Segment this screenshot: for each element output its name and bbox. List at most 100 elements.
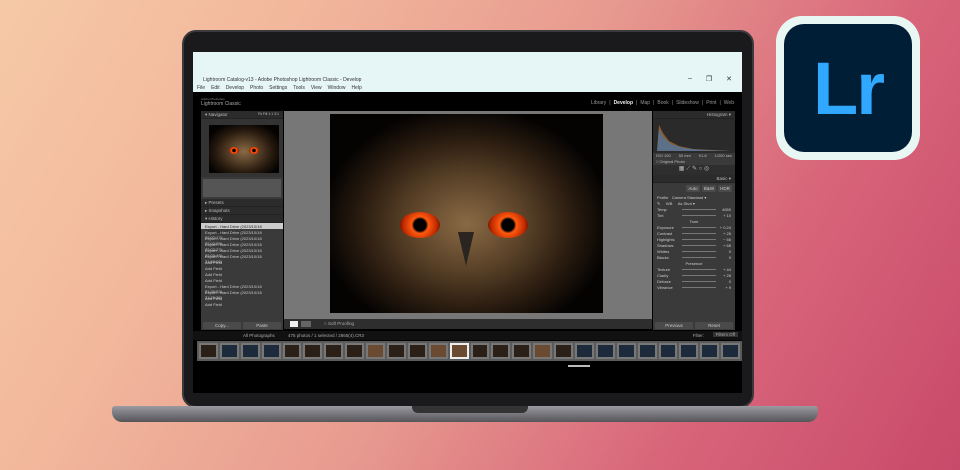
filmstrip-thumbnail[interactable] bbox=[700, 343, 720, 359]
module-slideshow[interactable]: Slideshow bbox=[676, 100, 699, 106]
reset-button[interactable]: Reset bbox=[695, 322, 733, 329]
filmstrip-thumbnail[interactable] bbox=[366, 343, 386, 359]
module-book[interactable]: Book bbox=[657, 100, 668, 106]
before-after-button[interactable] bbox=[301, 321, 311, 327]
filmstrip-thumbnail[interactable] bbox=[449, 343, 469, 359]
maximize-button[interactable]: ❐ bbox=[706, 75, 712, 83]
history-item[interactable]: Add Field bbox=[201, 301, 283, 307]
filmstrip-thumbnail[interactable] bbox=[533, 343, 553, 359]
menu-tools[interactable]: Tools bbox=[293, 85, 305, 91]
menu-develop[interactable]: Develop bbox=[226, 85, 244, 91]
slider-value[interactable]: + 44 bbox=[719, 267, 731, 272]
filmstrip-thumbnail[interactable] bbox=[261, 343, 281, 359]
close-button[interactable]: ✕ bbox=[726, 75, 732, 83]
filmstrip-thumbnail[interactable] bbox=[721, 343, 741, 359]
slider-track[interactable] bbox=[682, 287, 716, 288]
toolbar: ○ Soft Proofing bbox=[284, 319, 652, 329]
soft-proofing-checkbox[interactable]: ○ Soft Proofing bbox=[324, 321, 354, 326]
presets-header[interactable]: ▸ Presets bbox=[201, 199, 283, 207]
thumbnail-image bbox=[284, 345, 300, 357]
slider-track[interactable] bbox=[682, 233, 716, 234]
slider-track[interactable] bbox=[682, 257, 716, 258]
module-print[interactable]: Print bbox=[706, 100, 716, 106]
tool-strip[interactable]: ▦ ⟋ ✎ ○ ◎ bbox=[653, 165, 735, 175]
slider-value[interactable]: 0 bbox=[719, 255, 731, 260]
filmstrip-thumbnail[interactable] bbox=[616, 343, 636, 359]
slider-value[interactable]: 4650 bbox=[719, 207, 731, 212]
menu-edit[interactable]: Edit bbox=[211, 85, 220, 91]
original-photo-checkbox[interactable]: □ Original Photo bbox=[653, 158, 735, 165]
slider-label: Whites bbox=[657, 249, 670, 254]
module-library[interactable]: Library bbox=[591, 100, 606, 106]
filmstrip-thumbnail[interactable] bbox=[595, 343, 615, 359]
slider-track[interactable] bbox=[682, 227, 716, 228]
slider-value[interactable]: + 66 bbox=[719, 243, 731, 248]
module-map[interactable]: Map bbox=[640, 100, 650, 106]
module-develop[interactable]: Develop bbox=[614, 100, 633, 106]
basic-header[interactable]: Basic ▾ bbox=[653, 175, 735, 183]
slider-track[interactable] bbox=[682, 239, 716, 240]
slider-value[interactable]: + 28 bbox=[719, 273, 731, 278]
shutter: 1/200 sec bbox=[714, 153, 732, 158]
copy-button[interactable]: Copy... bbox=[203, 322, 241, 329]
snapshots-header[interactable]: ▸ Snapshots bbox=[201, 207, 283, 215]
histogram-header[interactable]: Histogram ▾ bbox=[653, 111, 735, 119]
filter-dropdown[interactable]: Filters Off bbox=[712, 332, 738, 337]
thumbnail-image bbox=[597, 345, 613, 357]
paste-button[interactable]: Paste bbox=[243, 322, 281, 329]
previous-button[interactable]: Previous bbox=[655, 322, 693, 329]
slider-value[interactable]: + 9 bbox=[719, 285, 731, 290]
filmstrip-thumbnail[interactable] bbox=[470, 343, 490, 359]
menu-photo[interactable]: Photo bbox=[250, 85, 263, 91]
filmstrip-thumbnail[interactable] bbox=[303, 343, 323, 359]
filmstrip-thumbnail[interactable] bbox=[512, 343, 532, 359]
menu-window[interactable]: Window bbox=[328, 85, 346, 91]
filmstrip-thumbnail[interactable] bbox=[554, 343, 574, 359]
laptop-notch bbox=[412, 406, 528, 413]
filmstrip-thumbnail[interactable] bbox=[491, 343, 511, 359]
slider-track[interactable] bbox=[682, 269, 716, 270]
slider-value[interactable]: + 10 bbox=[719, 213, 731, 218]
slider-value[interactable]: − 66 bbox=[719, 237, 731, 242]
filmstrip-thumbnail[interactable] bbox=[387, 343, 406, 359]
filmstrip-thumbnail[interactable] bbox=[282, 343, 302, 359]
filmstrip-source[interactable]: All Photographs bbox=[243, 333, 275, 338]
history-header[interactable]: ▾ History bbox=[201, 215, 283, 223]
slider-value[interactable]: + 26 bbox=[719, 231, 731, 236]
slider-row[interactable]: Vibrance + 9 bbox=[653, 284, 735, 290]
filmstrip-thumbnail[interactable] bbox=[345, 343, 365, 359]
hdr-button[interactable]: HDR bbox=[718, 185, 732, 192]
slider-track[interactable] bbox=[682, 209, 716, 210]
filmstrip-thumbnail[interactable] bbox=[219, 343, 239, 359]
slider-value[interactable]: 0 bbox=[719, 279, 731, 284]
filmstrip-thumbnail[interactable] bbox=[575, 343, 594, 359]
slider-track[interactable] bbox=[682, 251, 716, 252]
filmstrip-thumbnail[interactable] bbox=[199, 343, 218, 359]
slider-value[interactable]: 0 bbox=[719, 249, 731, 254]
module-web[interactable]: Web bbox=[724, 100, 734, 106]
filmstrip-scrollbar[interactable] bbox=[568, 365, 590, 367]
filmstrip-thumbnail[interactable] bbox=[240, 343, 260, 359]
navigator-zoom[interactable]: Fit Fill 1:1 3:1 bbox=[258, 112, 279, 116]
loupe-view-button[interactable] bbox=[290, 321, 298, 327]
menu-file[interactable]: File bbox=[197, 85, 205, 91]
filmstrip-thumbnail[interactable] bbox=[407, 343, 427, 359]
slider-value[interactable]: + 0.24 bbox=[719, 225, 731, 230]
slider-track[interactable] bbox=[682, 245, 716, 246]
menu-settings[interactable]: Settings bbox=[269, 85, 287, 91]
menu-help[interactable]: Help bbox=[351, 85, 361, 91]
filmstrip-thumbnail[interactable] bbox=[637, 343, 657, 359]
bw-button[interactable]: B&W bbox=[702, 185, 716, 192]
navigator-header[interactable]: ▾ Navigator Fit Fill 1:1 3:1 bbox=[201, 111, 283, 119]
filmstrip-thumbnail[interactable] bbox=[679, 343, 699, 359]
menu-view[interactable]: View bbox=[311, 85, 322, 91]
filmstrip-thumbnail[interactable] bbox=[658, 343, 678, 359]
auto-button[interactable]: Auto bbox=[686, 185, 700, 192]
amount-slider-area[interactable] bbox=[203, 179, 281, 197]
slider-track[interactable] bbox=[682, 275, 716, 276]
filmstrip-thumbnail[interactable] bbox=[324, 343, 344, 359]
slider-track[interactable] bbox=[682, 281, 716, 282]
minimize-button[interactable]: – bbox=[688, 75, 692, 83]
slider-track[interactable] bbox=[682, 215, 716, 216]
filmstrip-thumbnail[interactable] bbox=[428, 343, 448, 359]
